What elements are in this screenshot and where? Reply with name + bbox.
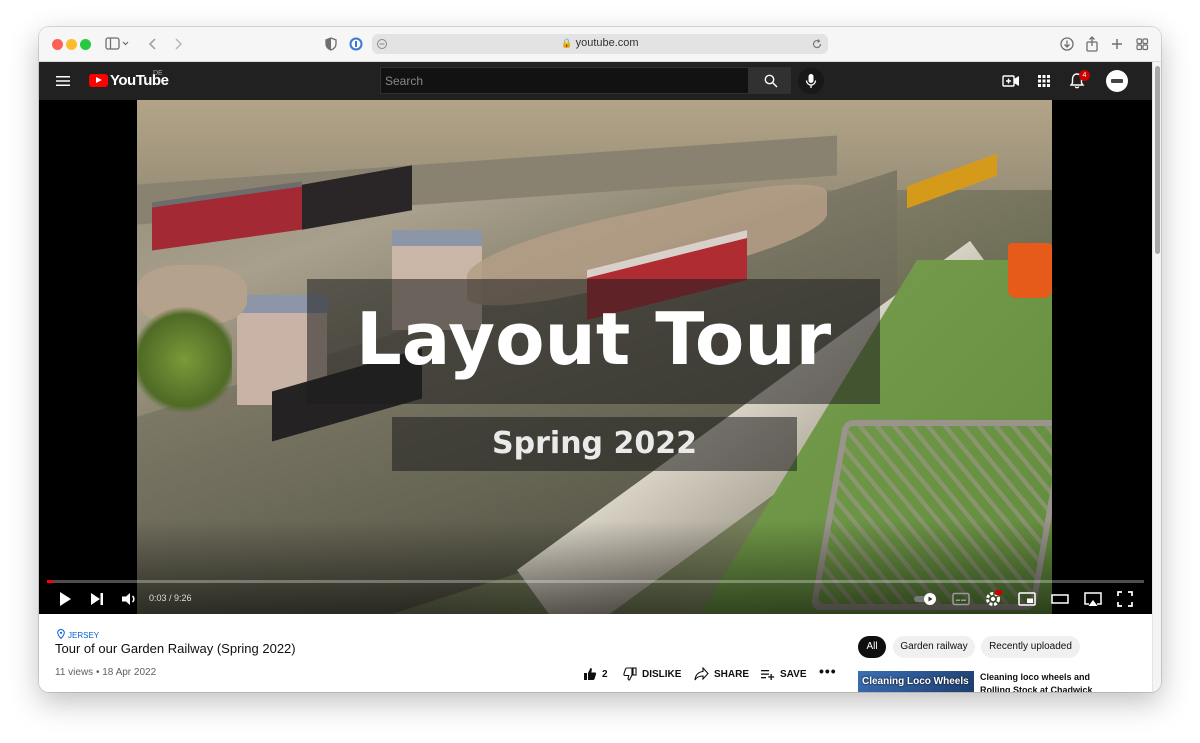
overlay-subtitle-box: Spring 2022 (392, 417, 797, 471)
browser-window: 🔒 youtube.com YouTube DE Search 4 Layout… (39, 27, 1161, 692)
scrollbar-thumb[interactable] (1155, 66, 1160, 254)
chip-recently-uploaded[interactable]: Recently uploaded (981, 636, 1080, 658)
thumbs-up-icon (584, 668, 597, 680)
video-player[interactable]: Layout Tour Spring 2022 0:03 / 9:26 (39, 100, 1152, 614)
downloads-icon[interactable] (1059, 36, 1075, 52)
volume-icon[interactable] (119, 589, 139, 609)
location-link[interactable]: JERSEY (57, 628, 100, 640)
url-text: 🔒 youtube.com (561, 37, 639, 49)
zoom-window-button[interactable] (80, 39, 91, 50)
menu-icon[interactable] (56, 75, 70, 87)
apps-grid-icon[interactable] (1035, 72, 1053, 90)
video-details: JERSEY Tour of our Garden Railway (Sprin… (39, 614, 1152, 692)
progress-bar[interactable] (47, 580, 1144, 583)
scene-orange-bucket (1008, 243, 1052, 298)
share-button[interactable]: SHARE (694, 667, 749, 681)
location-pin-icon (57, 628, 65, 640)
recommended-thumbnail[interactable]: Cleaning Loco Wheels (858, 671, 974, 692)
share-icon[interactable] (1085, 36, 1099, 52)
privacy-shield-icon[interactable] (325, 36, 337, 52)
fullscreen-icon[interactable] (1115, 589, 1135, 609)
like-button[interactable]: 2 (583, 667, 608, 681)
location-label: JERSEY (68, 631, 100, 640)
more-actions-button[interactable]: ••• (819, 663, 837, 679)
scene-shrub (137, 300, 232, 420)
search-box (380, 67, 749, 94)
reload-icon[interactable] (811, 38, 823, 50)
lock-icon: 🔒 (561, 38, 573, 48)
thumbs-down-icon (623, 667, 637, 681)
share-arrow-icon (694, 667, 709, 681)
voice-search-button[interactable] (798, 68, 824, 94)
overlay-subtitle: Spring 2022 (492, 426, 697, 461)
address-bar[interactable]: 🔒 youtube.com (372, 34, 828, 54)
tab-overview-icon[interactable] (1135, 36, 1149, 52)
password-manager-icon[interactable] (349, 36, 363, 52)
new-tab-icon[interactable] (1110, 36, 1124, 52)
notifications-badge: 4 (1079, 70, 1090, 81)
search-icon (764, 74, 778, 88)
sidebar-toggle-icon[interactable] (105, 36, 129, 52)
subtitles-icon[interactable] (951, 589, 971, 609)
youtube-logo-icon[interactable] (89, 74, 108, 87)
progress-bar-played (47, 580, 53, 583)
save-button[interactable]: SAVE (760, 667, 807, 681)
minimize-window-button[interactable] (66, 39, 77, 50)
back-icon[interactable] (147, 36, 159, 52)
video-title: Tour of our Garden Railway (Spring 2022) (55, 641, 296, 656)
overlay-title: Layout Tour (355, 297, 832, 381)
theater-mode-icon[interactable] (1050, 589, 1070, 609)
play-icon[interactable] (55, 589, 75, 609)
save-label: SAVE (780, 668, 807, 680)
like-count: 2 (602, 668, 608, 680)
search-input[interactable] (381, 68, 748, 93)
overlay-title-box: Layout Tour (307, 279, 880, 404)
share-label: SHARE (714, 668, 750, 680)
close-window-button[interactable] (52, 39, 63, 50)
youtube-header: YouTube DE Search 4 (39, 62, 1152, 100)
page-scrollbar[interactable] (1152, 62, 1161, 692)
microphone-icon (805, 74, 817, 88)
video-meta: 11 views • 18 Apr 2022 (55, 667, 157, 678)
time-display: 0:03 / 9:26 (149, 593, 192, 603)
dislike-button[interactable]: DISLIKE (623, 667, 681, 681)
thumbnail-text: Cleaning Loco Wheels (862, 676, 969, 687)
autoplay-toggle-icon[interactable] (913, 589, 939, 609)
dislike-label: DISLIKE (642, 668, 682, 680)
region-code: DE (153, 70, 163, 77)
search-button[interactable] (749, 67, 791, 94)
add-to-playlist-icon (761, 670, 775, 680)
chip-all[interactable]: All (858, 636, 886, 658)
miniplayer-icon[interactable] (1017, 589, 1037, 609)
airplay-icon[interactable] (1083, 589, 1103, 609)
settings-gear-icon[interactable] (983, 589, 1003, 609)
next-video-icon[interactable] (87, 589, 107, 609)
recommended-title[interactable]: Cleaning loco wheels and Rolling Stock a… (980, 671, 1120, 692)
forward-icon[interactable] (172, 36, 184, 52)
browser-toolbar: 🔒 youtube.com (39, 27, 1161, 62)
account-avatar[interactable] (1106, 70, 1128, 92)
create-video-icon[interactable] (1002, 72, 1020, 90)
chip-garden-railway[interactable]: Garden railway (893, 636, 975, 658)
